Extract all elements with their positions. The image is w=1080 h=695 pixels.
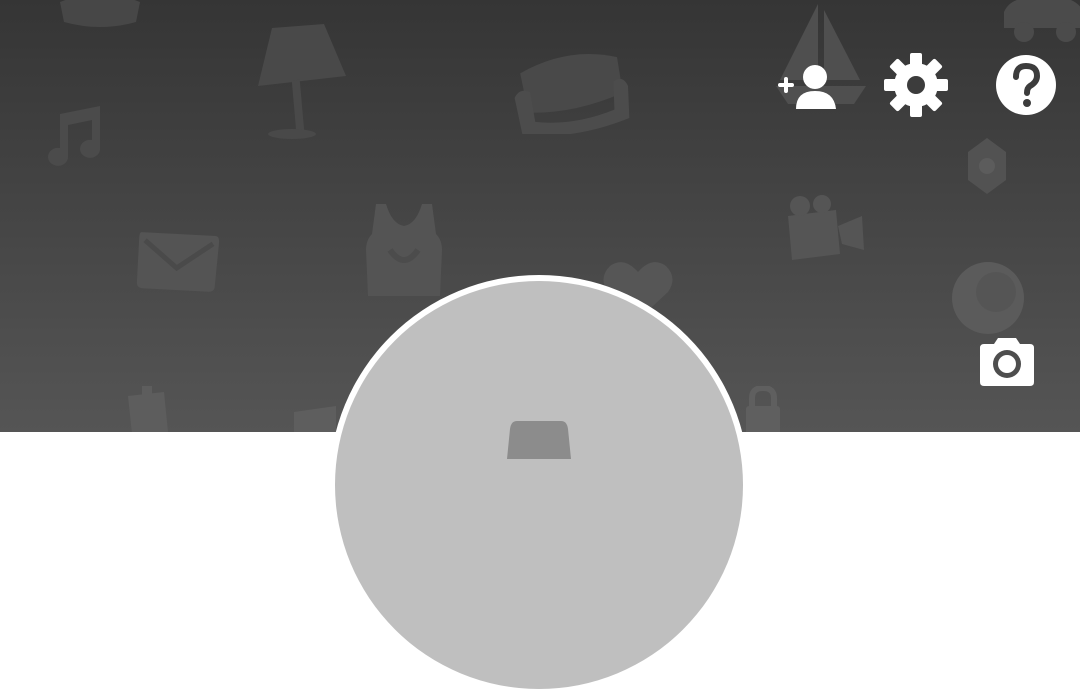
- badge-icon: [968, 138, 1006, 194]
- settings-button[interactable]: [883, 52, 949, 118]
- change-cover-photo-button[interactable]: [972, 330, 1042, 392]
- sofa-icon: [514, 54, 630, 134]
- music-note-icon: [48, 106, 101, 166]
- key-icon: [128, 386, 168, 432]
- help-button[interactable]: [993, 52, 1059, 118]
- camera-icon: [980, 338, 1034, 386]
- tag-icon: [294, 406, 336, 432]
- lock-icon: [746, 386, 780, 432]
- avatar-background: [335, 281, 743, 689]
- lamp-icon: [258, 24, 346, 139]
- question-icon: [996, 55, 1056, 115]
- video-camera-icon: [788, 195, 864, 260]
- tank-top-icon: [366, 204, 442, 296]
- envelope-icon: [136, 232, 220, 292]
- add-person-icon: [778, 65, 836, 109]
- gear-icon: [884, 53, 948, 117]
- avatar-placeholder-icon: [507, 421, 571, 459]
- add-friend-button[interactable]: [774, 52, 840, 118]
- profile-avatar[interactable]: [329, 275, 749, 695]
- car-icon: [1004, 0, 1080, 42]
- hat-icon: [60, 0, 140, 27]
